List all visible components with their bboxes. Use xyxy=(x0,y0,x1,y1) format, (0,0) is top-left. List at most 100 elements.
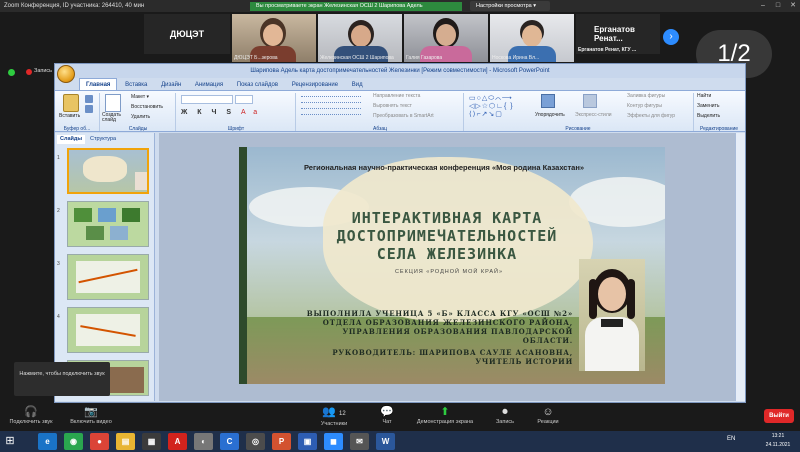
arrange-icon[interactable] xyxy=(541,94,555,108)
list-buttons[interactable] xyxy=(301,96,361,103)
chromium-icon[interactable]: C xyxy=(220,433,239,450)
participant-tile-name-only[interactable]: ДЮЦЭТ xyxy=(144,14,230,54)
slide-thumbnail[interactable] xyxy=(67,254,149,300)
security-shield-icon[interactable] xyxy=(8,69,15,76)
tab-slides[interactable]: Слайды xyxy=(57,135,86,144)
smartart-button[interactable]: Преобразовать в SmartArt xyxy=(373,113,434,119)
reactions-label: Реакции xyxy=(537,419,559,425)
media-app-icon[interactable]: ▦ xyxy=(142,433,161,450)
cut-icon[interactable] xyxy=(85,95,93,103)
slide-thumbnail[interactable] xyxy=(67,307,149,353)
paste-icon[interactable] xyxy=(63,94,79,112)
chat-button[interactable]: 💬 Чат xyxy=(370,406,404,425)
participant-name: Железинская ОСШ 2 Шарипова xyxy=(320,55,394,61)
participant-video-tile[interactable]: ДЮЦЭТ Б...зерова xyxy=(232,14,316,62)
generic-app-icon[interactable]: ▣ xyxy=(298,433,317,450)
vertical-scrollbar[interactable] xyxy=(735,133,745,401)
camera-app-icon[interactable]: ◎ xyxy=(246,433,265,450)
shape-fill-button[interactable]: Заливка фигуры xyxy=(627,93,665,99)
join-audio-button[interactable]: 🎧 Подключить звук xyxy=(4,406,58,425)
participant-tile-name-only[interactable]: Ерганатов Ренат... Ерганатов Ренат, КГУ … xyxy=(576,14,660,54)
powerpoint-window: Шарипова Адель карта достопримечательнос… xyxy=(54,63,746,403)
slide-number: 3 xyxy=(57,261,60,267)
participants-label: Участники xyxy=(320,421,348,427)
chrome-icon[interactable]: ● xyxy=(90,433,109,450)
zoom-icon[interactable]: ◼ xyxy=(324,433,343,450)
maximize-icon[interactable]: □ xyxy=(771,0,785,12)
shapes-gallery[interactable]: ▭○△⬭⌒⟶ ◁▷☆⬡∟{ } ⟨⟩⌐↗↘▢ xyxy=(469,95,533,121)
participant-name: Ерганатов Ренат... xyxy=(594,25,635,43)
participant-name: ДЮЦЭТ Б...зерова xyxy=(234,55,278,61)
acrobat-icon[interactable]: A xyxy=(168,433,187,450)
paste-button[interactable]: Вставить xyxy=(59,113,80,119)
group-separator xyxy=(99,93,100,131)
font-color-buttons[interactable]: A a xyxy=(241,109,260,116)
align-text-button[interactable]: Выровнять текст xyxy=(373,103,412,109)
participant-name: Галия Газарова xyxy=(406,55,443,61)
slide-author-line: ОБЛАСТИ. xyxy=(522,336,573,345)
close-icon[interactable]: ✕ xyxy=(786,0,800,12)
file-explorer-icon[interactable]: ▤ xyxy=(116,433,135,450)
leave-meeting-button[interactable]: Выйти xyxy=(764,409,794,423)
word-icon[interactable]: W xyxy=(376,433,395,450)
participant-video-tile[interactable]: Носкова Ирина Вл... xyxy=(490,14,574,62)
replace-button[interactable]: Заменить xyxy=(697,103,719,109)
delete-slide-button[interactable]: Удалить xyxy=(131,114,150,120)
shape-outline-button[interactable]: Контур фигуры xyxy=(627,103,662,109)
unmute-tooltip: Нажмите, чтобы подключить звук xyxy=(14,362,110,396)
participant-video-tile[interactable]: Галия Газарова xyxy=(404,14,488,62)
quick-styles-button[interactable]: Экспресс-стили xyxy=(575,112,612,118)
app-icon[interactable]: ◐ xyxy=(194,433,213,450)
reactions-button[interactable]: ☺ Реакции xyxy=(528,406,568,425)
gallery-next-icon[interactable]: › xyxy=(663,29,679,45)
slide-author-line: УПРАВЛЕНИЯ ОБРАЗОВАНИЯ ПАВЛОДАРСКОЙ xyxy=(342,327,573,336)
windows-start-icon[interactable]: ⊞ xyxy=(0,431,20,452)
system-clock[interactable]: 13:21 24.11.2021 xyxy=(760,432,796,451)
headphones-icon: 🎧 xyxy=(24,406,38,418)
font-size-select[interactable] xyxy=(235,95,253,104)
copy-icon[interactable] xyxy=(85,105,93,113)
group-editing-label: Редактирование xyxy=(699,126,739,132)
layout-button[interactable]: Макет ▾ xyxy=(131,94,149,100)
new-slide-icon[interactable] xyxy=(105,94,121,112)
participants-count: 12 xyxy=(339,411,346,417)
font-name-select[interactable] xyxy=(181,95,233,104)
powerpoint-icon[interactable]: P xyxy=(272,433,291,450)
shape-effects-button[interactable]: Эффекты для фигур xyxy=(627,113,675,119)
participant-name: Носкова Ирина Вл... xyxy=(492,55,540,61)
minimize-icon[interactable]: – xyxy=(756,0,770,12)
participants-button[interactable]: 👥 12 Участники xyxy=(312,406,356,427)
participant-name: ДЮЦЭТ xyxy=(169,29,205,39)
clock-time: 13:21 xyxy=(771,433,785,439)
reset-button[interactable]: Восстановить xyxy=(131,104,163,110)
participants-icon: 👥 xyxy=(322,406,336,418)
share-screen-button[interactable]: ⬆ Демонстрация экрана xyxy=(408,406,482,425)
quick-styles-icon[interactable] xyxy=(583,94,597,108)
new-slide-button[interactable]: Создать слайд xyxy=(102,113,128,123)
chrome-alt-icon[interactable]: ◉ xyxy=(64,433,83,450)
group-separator xyxy=(463,93,464,131)
slide-thumbnail[interactable] xyxy=(67,148,149,194)
participant-name: Ерганатов Ренат, КГУ ... xyxy=(578,47,637,53)
find-button[interactable]: Найти xyxy=(697,93,711,99)
select-button[interactable]: Выделить xyxy=(697,113,720,119)
text-direction-button[interactable]: Направление текста xyxy=(373,93,420,99)
record-dot-icon xyxy=(26,69,32,75)
slide-author-line: РУКОВОДИТЕЛЬ: ШАРИПОВА САУЛЕ АСАНОВНА, xyxy=(332,348,573,357)
font-format-buttons[interactable]: Ж К Ч S xyxy=(181,109,235,116)
edge-icon[interactable]: e xyxy=(38,433,57,450)
record-button[interactable]: ⏺ Запись xyxy=(488,406,522,425)
current-slide[interactable]: Региональная научно-практическая конфере… xyxy=(239,147,665,384)
input-language[interactable]: EN xyxy=(727,436,735,442)
mail-icon[interactable]: ✉ xyxy=(350,433,369,450)
align-buttons[interactable] xyxy=(301,108,361,115)
join-audio-label: Подключить звук xyxy=(9,419,53,425)
arrange-button[interactable]: Упорядочить xyxy=(535,112,565,118)
office-button-icon[interactable] xyxy=(57,65,75,83)
view-options-button[interactable]: Настройки просмотра ▾ xyxy=(470,1,550,11)
ribbon-tabs: Главная Вставка Дизайн Анимация Показ сл… xyxy=(79,78,739,91)
tab-outline[interactable]: Структура xyxy=(87,135,119,144)
slide-thumbnail[interactable] xyxy=(67,201,149,247)
participant-video-tile[interactable]: Железинская ОСШ 2 Шарипова xyxy=(318,14,402,62)
start-video-button[interactable]: 📷 Включить видео xyxy=(64,406,118,425)
